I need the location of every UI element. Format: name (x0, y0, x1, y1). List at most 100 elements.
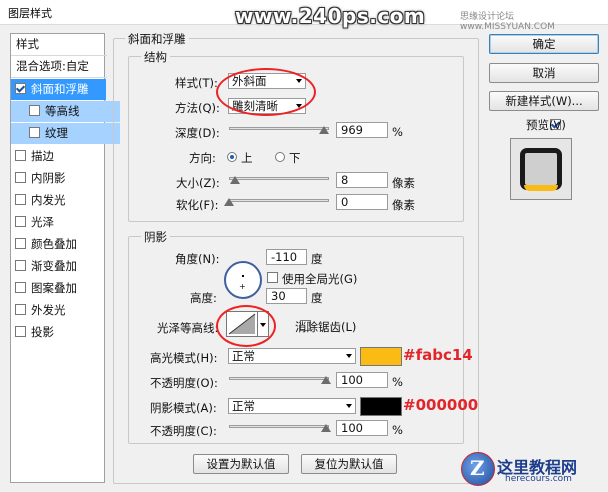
pattern-overlay-checkbox[interactable] (15, 282, 26, 293)
gloss-contour-label: 光泽等高线: (157, 321, 219, 335)
altitude-input[interactable]: 30 (266, 288, 307, 304)
sidebar-item-texture[interactable]: 纹理 (11, 123, 120, 144)
sidebar-item-pattern-overlay[interactable]: 图案叠加 (11, 278, 106, 299)
sidebar-item-label: 斜面和浮雕 (31, 82, 89, 96)
style-preview (510, 138, 572, 200)
technique-label: 方法(Q): (175, 101, 220, 115)
cancel-button[interactable]: 取消 (489, 63, 599, 83)
shadow-mode-label: 阴影模式(A): (150, 401, 217, 415)
drop-shadow-checkbox[interactable] (15, 326, 26, 337)
anti-alias-label: 消除锯齿(L) (295, 320, 357, 334)
preview-gold-edge (524, 185, 558, 191)
size-label: 大小(Z): (176, 176, 220, 190)
global-light-label: 使用全局光(G) (282, 272, 358, 286)
texture-checkbox[interactable] (29, 127, 40, 138)
angle-input[interactable]: -110 (266, 249, 307, 265)
size-slider-handle[interactable] (230, 176, 240, 184)
soften-unit: 像素 (392, 198, 415, 212)
sidebar-item-outer-glow[interactable]: 外发光 (11, 300, 106, 321)
shadow-opacity-unit: % (392, 423, 403, 437)
color-overlay-checkbox[interactable] (15, 238, 26, 249)
depth-input[interactable]: 969 (336, 122, 388, 138)
highlight-opacity-slider[interactable] (229, 377, 329, 380)
shadow-color-swatch[interactable] (360, 397, 402, 416)
depth-slider[interactable] (229, 127, 329, 130)
highlight-opacity-label: 不透明度(O): (150, 376, 218, 390)
direction-up-radio[interactable] (227, 152, 237, 162)
highlight-opacity-unit: % (392, 375, 403, 389)
site-logo-icon: Z (461, 452, 495, 486)
shadow-color-annotation: #000000 (403, 396, 479, 414)
angle-dial[interactable]: + (224, 261, 262, 299)
ok-button[interactable]: 确定 (489, 34, 599, 54)
sidebar-item-label: 内发光 (31, 193, 66, 207)
shadow-mode-select[interactable]: 正常 (228, 398, 356, 414)
angle-unit: 度 (311, 252, 323, 266)
sidebar-item-label: 光泽 (31, 215, 54, 229)
highlight-mode-select[interactable]: 正常 (228, 348, 356, 364)
highlight-opacity-input[interactable]: 100 (336, 372, 388, 388)
stroke-checkbox[interactable] (15, 150, 26, 161)
angle-dial-point (242, 275, 244, 277)
highlight-color-annotation: #fabc14 (403, 346, 473, 364)
satin-checkbox[interactable] (15, 216, 26, 227)
sidebar-item-label: 外发光 (31, 303, 66, 317)
bevel-checkbox[interactable] (15, 83, 26, 94)
gradient-overlay-checkbox[interactable] (15, 260, 26, 271)
sidebar-item-drop-shadow[interactable]: 投影 (11, 322, 106, 343)
direction-label: 方向: (189, 151, 216, 165)
global-light-checkbox[interactable] (267, 272, 278, 283)
preview-label: 预览(V) (526, 118, 566, 132)
sidebar-item-bevel-emboss[interactable]: 斜面和浮雕 (11, 79, 106, 100)
inner-glow-checkbox[interactable] (15, 194, 26, 205)
blending-options[interactable]: 混合选项:自定 (11, 56, 107, 78)
soften-label: 软化(F): (176, 198, 219, 212)
sidebar-item-label: 描边 (31, 149, 54, 163)
shading-title: 阴影 (141, 229, 170, 245)
soften-input[interactable]: 0 (336, 194, 388, 210)
structure-title: 结构 (141, 49, 170, 65)
highlight-mode-label: 高光模式(H): (150, 351, 218, 365)
sidebar-item-contour[interactable]: 等高线 (11, 101, 120, 122)
highlight-circle (216, 305, 276, 347)
outer-glow-checkbox[interactable] (15, 304, 26, 315)
logo-url: herecours.com (505, 474, 572, 484)
shadow-opacity-handle[interactable] (321, 424, 331, 432)
altitude-label: 高度: (190, 291, 217, 305)
new-style-button[interactable]: 新建样式(W)... (489, 91, 599, 111)
sidebar-item-label: 等高线 (45, 104, 80, 118)
styles-list: 样式 混合选项:自定 斜面和浮雕 等高线 纹理 描边 内阴影 内发光 光泽 颜色… (10, 33, 120, 483)
reset-default-button[interactable]: 复位为默认值 (301, 454, 397, 474)
bevel-emboss-title: 斜面和浮雕 (125, 31, 189, 47)
highlight-opacity-handle[interactable] (321, 376, 331, 384)
shadow-opacity-slider[interactable] (229, 425, 329, 428)
styles-header[interactable]: 样式 (11, 34, 107, 56)
sidebar-item-stroke[interactable]: 描边 (11, 146, 106, 167)
chevron-down-icon (346, 404, 352, 408)
sidebar-item-satin[interactable]: 光泽 (11, 212, 106, 233)
soften-slider[interactable] (229, 199, 329, 202)
inner-shadow-checkbox[interactable] (15, 172, 26, 183)
sidebar-item-inner-shadow[interactable]: 内阴影 (11, 168, 106, 189)
angle-label: 角度(N): (175, 252, 220, 266)
size-input[interactable]: 8 (336, 172, 388, 188)
watermark-corner: 思缘设计论坛 www.MISSYUAN.COM (460, 12, 555, 32)
direction-down-radio[interactable] (275, 152, 285, 162)
size-slider[interactable] (229, 177, 329, 180)
altitude-unit: 度 (311, 291, 323, 305)
chevron-down-icon (346, 354, 352, 358)
sidebar-item-gradient-overlay[interactable]: 渐变叠加 (11, 256, 106, 277)
sidebar-item-color-overlay[interactable]: 颜色叠加 (11, 234, 106, 255)
shadow-opacity-label: 不透明度(C): (150, 424, 217, 438)
highlight-color-swatch[interactable] (360, 347, 402, 366)
depth-slider-handle[interactable] (319, 126, 329, 134)
shadow-mode-value: 正常 (232, 399, 255, 413)
contour-checkbox[interactable] (29, 105, 40, 116)
logo-letter: Z (470, 456, 485, 480)
sidebar-item-inner-glow[interactable]: 内发光 (11, 190, 106, 211)
shadow-opacity-input[interactable]: 100 (336, 420, 388, 436)
make-default-button[interactable]: 设置为默认值 (193, 454, 289, 474)
sidebar-item-label: 图案叠加 (31, 281, 77, 295)
highlight-mode-value: 正常 (232, 349, 255, 363)
soften-slider-handle[interactable] (224, 198, 234, 206)
